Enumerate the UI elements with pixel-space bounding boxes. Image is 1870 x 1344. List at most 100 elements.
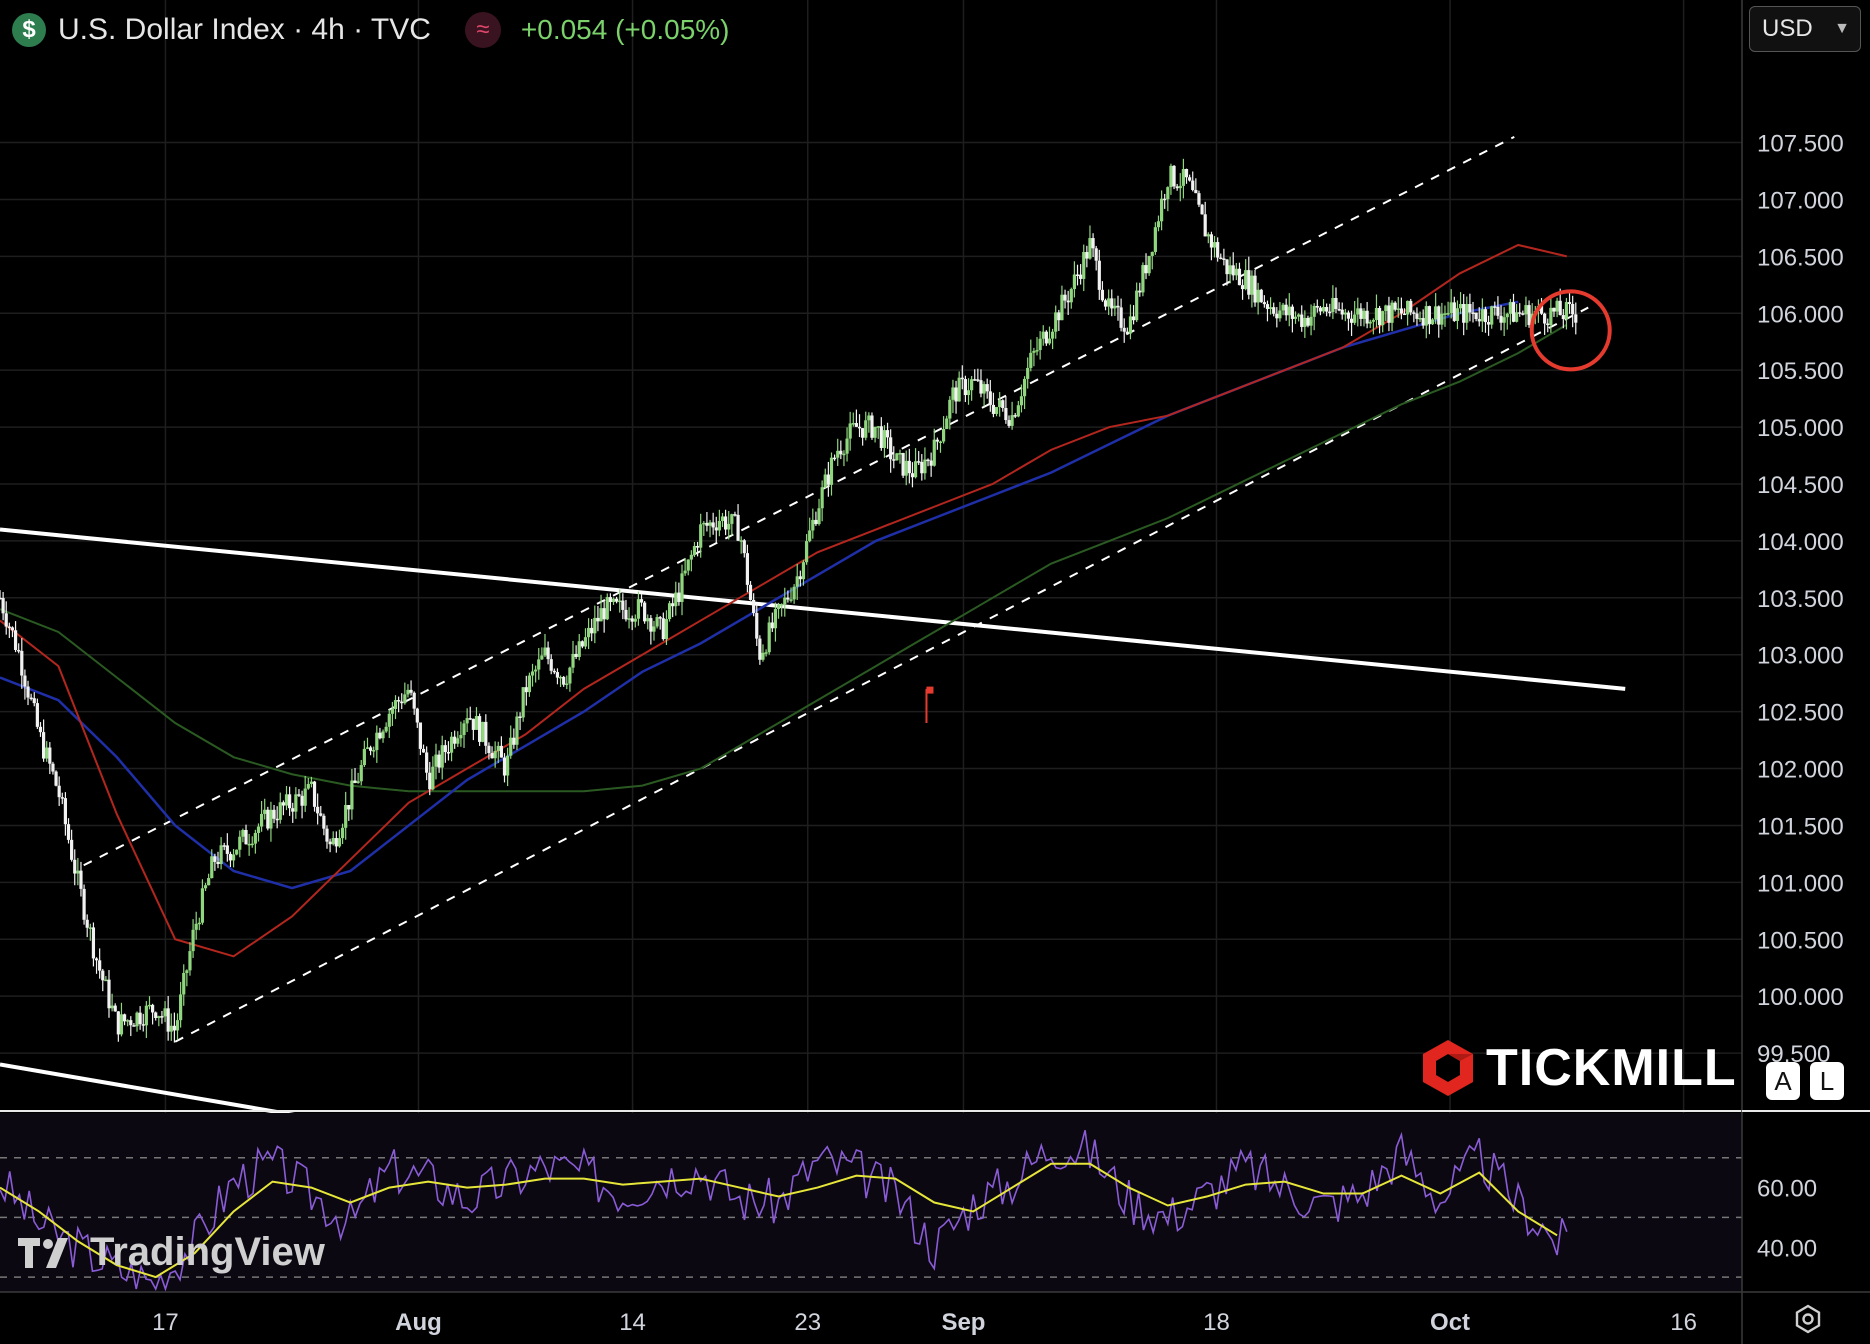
candle-body bbox=[1399, 308, 1403, 314]
candle-body bbox=[767, 622, 771, 653]
candle-body bbox=[1110, 298, 1114, 309]
candle-body bbox=[1477, 319, 1481, 322]
grid bbox=[0, 0, 1742, 1292]
candle-body bbox=[1303, 317, 1307, 327]
symbol-title[interactable]: U.S. Dollar Index · 4h · TVC bbox=[58, 13, 431, 47]
candle-body bbox=[1244, 270, 1248, 290]
log-scale-button[interactable]: L bbox=[1810, 1062, 1844, 1100]
candle-body bbox=[711, 522, 715, 528]
candle-body bbox=[288, 794, 292, 809]
candle-body bbox=[994, 407, 999, 414]
candle-body bbox=[1010, 415, 1014, 426]
candle-body bbox=[842, 453, 846, 456]
candle-body bbox=[284, 794, 289, 806]
candle-body bbox=[119, 1014, 124, 1035]
candle-body bbox=[605, 597, 609, 620]
candle-body bbox=[873, 426, 877, 438]
candle-body bbox=[661, 618, 665, 640]
auto-scale-button[interactable]: A bbox=[1766, 1062, 1800, 1100]
candle-body bbox=[786, 597, 790, 600]
candle-body bbox=[1362, 310, 1366, 319]
candle-body bbox=[593, 617, 597, 634]
candle-body bbox=[1564, 302, 1569, 319]
candle-body bbox=[60, 797, 64, 799]
candle-body bbox=[945, 418, 949, 429]
candle-body bbox=[1549, 307, 1553, 326]
candle-body bbox=[733, 514, 737, 516]
time-tick-label: 14 bbox=[619, 1309, 646, 1336]
candle-body bbox=[708, 522, 712, 526]
candle-body bbox=[1368, 321, 1372, 324]
candle-body bbox=[1309, 316, 1313, 326]
candle-body bbox=[1521, 313, 1525, 315]
candle-body bbox=[705, 522, 709, 526]
candle-body bbox=[674, 592, 678, 607]
candle-body bbox=[518, 716, 522, 718]
candle-body bbox=[583, 637, 588, 647]
candle-body bbox=[210, 856, 214, 879]
time-tick-label: 17 bbox=[152, 1309, 179, 1336]
candle-body bbox=[253, 832, 257, 844]
candle-body bbox=[443, 745, 447, 753]
price-tick-label: 100.000 bbox=[1757, 984, 1844, 1011]
candle-body bbox=[1275, 313, 1279, 319]
candle-body bbox=[630, 618, 634, 622]
candle-body bbox=[421, 748, 426, 753]
wave-icon[interactable]: ≈ bbox=[464, 12, 501, 48]
candle-body bbox=[384, 726, 388, 732]
settings-icon[interactable] bbox=[1793, 1304, 1823, 1334]
candle-body bbox=[667, 603, 672, 620]
candle-body bbox=[1103, 300, 1108, 307]
candle-body bbox=[266, 809, 270, 829]
candle-body bbox=[677, 592, 681, 602]
candle-body bbox=[1272, 307, 1276, 314]
candle-body bbox=[976, 379, 980, 381]
candle-body bbox=[356, 781, 360, 783]
currency-selector[interactable]: USD ▼ bbox=[1749, 6, 1861, 52]
candles bbox=[0, 158, 1578, 1043]
candle-body bbox=[1172, 165, 1176, 187]
candle-body bbox=[895, 453, 899, 461]
candle-body bbox=[1222, 258, 1226, 260]
candle-body bbox=[1219, 257, 1223, 260]
candle-body bbox=[885, 430, 890, 438]
candle-body bbox=[717, 521, 721, 531]
price-chart[interactable]: 107.500 107.000 106.500 106.000 105.500 105.0… bbox=[0, 0, 1870, 1344]
candle-body bbox=[425, 752, 429, 773]
time-tick-label: 18 bbox=[1203, 1309, 1230, 1336]
candle-body bbox=[337, 838, 342, 847]
candle-body bbox=[851, 423, 855, 425]
candle-body bbox=[1508, 302, 1512, 314]
candle-body bbox=[259, 813, 264, 827]
candle-body bbox=[932, 439, 936, 466]
candle-body bbox=[79, 870, 83, 889]
price-tick-label: 106.000 bbox=[1757, 301, 1844, 328]
candle-body bbox=[724, 516, 728, 530]
candle-body bbox=[836, 450, 840, 458]
candle-body bbox=[312, 781, 317, 807]
candle-body bbox=[1178, 185, 1182, 189]
candle-body bbox=[761, 652, 765, 660]
candle-body bbox=[1188, 177, 1192, 181]
candle-body bbox=[627, 618, 631, 620]
candle-body bbox=[1278, 310, 1282, 319]
candle-body bbox=[7, 626, 11, 629]
candle-body bbox=[1437, 306, 1441, 325]
candle-body bbox=[643, 602, 647, 622]
candle-body bbox=[1057, 312, 1061, 321]
candle-body bbox=[132, 1025, 136, 1027]
tickmill-text: TICKMILL bbox=[1486, 1039, 1737, 1097]
candle-body bbox=[1216, 242, 1220, 258]
candle-body bbox=[493, 751, 497, 759]
candle-body bbox=[228, 853, 233, 861]
candle-body bbox=[568, 667, 572, 684]
candle-body bbox=[344, 805, 348, 828]
candle-body bbox=[1318, 307, 1323, 312]
candle-body bbox=[415, 708, 419, 723]
candle-body bbox=[1483, 309, 1488, 323]
candle-body bbox=[1496, 306, 1500, 316]
candle-body bbox=[231, 854, 236, 861]
candle-body bbox=[175, 1020, 180, 1031]
candle-body bbox=[1353, 314, 1357, 323]
candle-body bbox=[652, 626, 656, 632]
